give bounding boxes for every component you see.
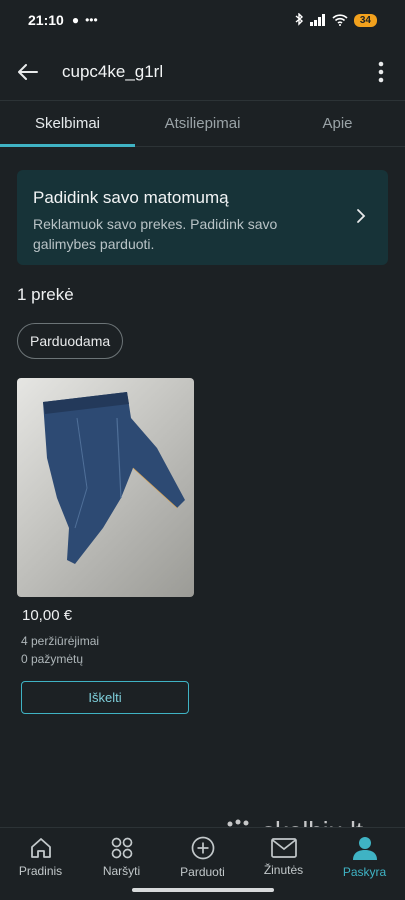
- profile-tabs: Skelbimai Atsiliepimai Apie: [0, 101, 405, 147]
- promo-text: Reklamuok savo prekes. Padidink savo gal…: [33, 216, 278, 252]
- page-title: cupc4ke_g1rl: [62, 62, 164, 81]
- back-button[interactable]: [6, 50, 50, 94]
- more-notifications-icon: •••: [85, 13, 98, 27]
- nav-label: Naršyti: [102, 864, 141, 878]
- battery-indicator: 34: [353, 13, 377, 27]
- bottom-navigation: Pradinis Naršyti Parduoti Žinutės Paskyr…: [0, 827, 405, 887]
- listing-count: 1 prekė: [17, 285, 74, 304]
- home-icon: [30, 838, 51, 858]
- listing-price: 10,00 €: [22, 607, 73, 624]
- tab-label: Apie: [322, 115, 353, 132]
- more-options-button[interactable]: [361, 50, 401, 94]
- nav-label: Parduoti: [180, 865, 225, 879]
- plus-circle-icon: [191, 836, 214, 860]
- signal-icon: [309, 14, 325, 26]
- bluetooth-icon: [295, 13, 303, 26]
- facebook-icon: ●: [71, 13, 80, 27]
- listing-likes: 0 pažymėtų: [21, 652, 84, 666]
- promote-banner[interactable]: Padidink savo matomumą Reklamuok savo pr…: [17, 170, 388, 265]
- wifi-icon: [332, 14, 348, 26]
- nav-pradinis[interactable]: Pradinis: [0, 828, 81, 887]
- tab-atsiliepimai[interactable]: Atsiliepimai: [135, 101, 270, 146]
- listing-photo[interactable]: [17, 378, 194, 597]
- nav-paskyra[interactable]: Paskyra: [324, 828, 405, 887]
- filter-chip-parduodama[interactable]: Parduodama: [17, 323, 124, 359]
- nav-label: Paskyra: [342, 865, 387, 879]
- status-bar: 21:10 ● ••• 34: [0, 0, 405, 40]
- status-time: 21:10: [28, 12, 64, 28]
- mail-icon: [270, 838, 297, 858]
- nav-label: Žinutės: [263, 863, 304, 877]
- chevron-right-icon: [357, 209, 366, 223]
- kebab-menu-icon: [378, 61, 384, 83]
- promote-listing-button[interactable]: Iškelti: [21, 681, 189, 714]
- grid-icon: [111, 837, 132, 859]
- tab-label: Skelbimai: [34, 115, 101, 132]
- tab-skelbimai[interactable]: Skelbimai: [0, 101, 135, 147]
- person-icon: [352, 837, 377, 860]
- promo-title: Padidink savo matomumą: [33, 188, 229, 207]
- listing-views: 4 peržiūrėjimai: [21, 634, 100, 648]
- app-bar: cupc4ke_g1rl: [0, 45, 405, 99]
- tab-label: Atsiliepimai: [164, 115, 241, 132]
- home-indicator[interactable]: [132, 888, 274, 892]
- arrow-left-icon: [18, 64, 38, 80]
- nav-narsyti[interactable]: Naršyti: [81, 828, 162, 887]
- nav-zinutes[interactable]: Žinutės: [243, 828, 324, 887]
- nav-label: Pradinis: [18, 864, 63, 878]
- jeans-photo: [43, 392, 185, 564]
- tab-apie[interactable]: Apie: [270, 101, 405, 146]
- nav-parduoti[interactable]: Parduoti: [162, 828, 243, 887]
